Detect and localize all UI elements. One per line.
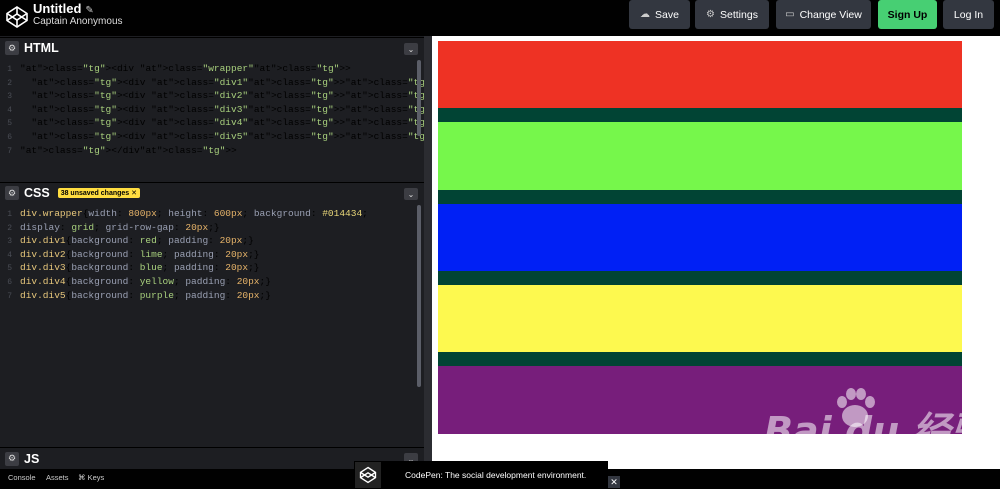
html-chevron-down-icon[interactable]: ⌄ [404,43,418,55]
edit-pencil-icon[interactable]: ✎ [85,5,93,16]
sign-up-button[interactable]: Sign Up [878,0,937,29]
css-code-line[interactable]: 2 display: grid; grid-row-gap: 20px;} [0,221,424,235]
line-number: 3 [7,237,12,247]
css-settings-gear-icon[interactable]: ⚙ [5,186,19,200]
html-code-line[interactable]: 3 "at">class="tg"><div "at">class="div2"… [0,89,562,103]
css-code-line[interactable]: 6 div.div4{background: yellow; padding: 2… [0,275,424,289]
line-number: 2 [7,78,12,88]
preview-div1 [438,41,962,108]
line-number: 4 [7,105,12,115]
line-number: 1 [7,65,12,74]
html-editor[interactable]: 1 "at">class="tg"><div "at">class="wrappe… [0,62,562,180]
css-code-line[interactable]: 7 div.div5{background: purple; padding: 2… [0,289,424,303]
toast-notification: CodePen: The social development environm… [354,461,608,489]
line-number: 7 [7,146,12,156]
html-code-line[interactable]: 5 "at">class="tg"><div "at">class="div4"… [0,116,562,130]
line-number: 6 [7,277,12,287]
baidu-watermark-url: jingyan.baidu.com [768,445,870,458]
html-code-line[interactable]: 4 "at">class="tg"><div "at">class="div3"… [0,103,562,117]
css-panel-title: CSS [24,186,50,200]
css-scrollbar[interactable] [417,205,421,387]
css-chevron-down-icon[interactable]: ⌄ [404,188,418,200]
line-number: 3 [7,92,12,102]
log-in-button[interactable]: Log In [943,0,994,29]
line-number: 5 [7,119,12,129]
toast-codepen-icon [355,462,381,488]
code-text: div.div3{background: blue; padding: 20px… [20,262,260,274]
css-editor[interactable]: 1 div.wrapper{width: 800px; height: 600px… [0,207,424,445]
line-number: 1 [7,210,12,219]
code-text: div.div4{background: yellow; padding: 20… [20,275,271,287]
change-view-label: Change View [799,8,862,21]
code-text: "at">class="tg"></div"at">class="tg">> [20,144,237,156]
html-scrollbar[interactable] [417,60,421,136]
code-text: display: grid; grid-row-gap: 20px;} [20,221,220,233]
css-panel-header: ⚙ CSS 38 unsaved changes ✕ ⌄ [0,182,424,203]
toast-close-icon[interactable]: ✕ [608,476,620,488]
unsaved-changes-badge[interactable]: 38 unsaved changes ✕ [57,188,140,198]
html-code-line[interactable]: 2 "at">class="tg"><div "at">class="div1"… [0,76,562,90]
js-settings-gear-icon[interactable]: ⚙ [5,451,19,466]
code-text: div.div2{background: lime; padding: 20px… [20,248,260,260]
pen-title[interactable]: Untitled ✎ [33,1,94,16]
unsaved-changes-label: 38 unsaved changes [60,190,130,197]
author-name: Captain Anonymous [33,16,123,27]
toast-text: CodePen: The social development environm… [405,470,587,480]
line-number: 7 [7,291,12,301]
css-code-line[interactable]: 3 div.div1{background: red; padding: 20px… [0,234,424,248]
code-text: div.div1{background: red; padding: 20px;… [20,235,254,247]
change-view-button[interactable]: ▭ Change View [776,0,871,29]
preview-wrapper [438,41,962,434]
settings-label: Settings [720,8,758,21]
gear-icon: ⚙ [706,9,715,20]
preview-div3 [438,204,962,271]
html-code-line[interactable]: 6 "at">class="tg"><div "at">class="div5"… [0,130,562,144]
line-number: 5 [7,264,12,274]
pen-title-text[interactable]: Untitled [33,1,81,16]
resize-divider[interactable] [424,36,432,469]
line-number: 2 [7,223,12,233]
html-settings-gear-icon[interactable]: ⚙ [5,41,19,55]
line-number: 6 [7,132,12,142]
html-code-line[interactable]: 1 "at">class="tg"><div "at">class="wrappe… [0,62,424,76]
save-button[interactable]: ☁ Save [629,0,690,29]
codepen-logo-icon[interactable] [5,5,29,29]
css-code-line[interactable]: 1 div.wrapper{width: 800px; height: 600px… [0,207,424,221]
html-panel-title: HTML [24,41,59,55]
css-code-line[interactable]: 4 div.div2{background: lime; padding: 20p… [0,248,424,262]
preview-div2 [438,122,962,190]
code-text: div.div5{background: purple; padding: 20… [20,289,271,301]
js-panel-title: JS [24,451,40,466]
save-label: Save [655,8,679,21]
css-code-line[interactable]: 5 div.div3{background: blue; padding: 20p… [0,261,424,275]
code-text: "at">class="tg"><div "at">class="wrapper… [20,63,351,74]
html-panel-header: ⚙ HTML ⌄ [0,37,424,58]
keys-button[interactable]: ⌘ Keys [78,473,104,482]
code-text: div.wrapper{width: 800px; height: 600px;… [20,208,368,219]
assets-button[interactable]: Assets [46,473,69,482]
line-number: 4 [7,250,12,260]
html-code-line[interactable]: 7 "at">class="tg"></div"at">class="tg">> [0,144,424,158]
console-button[interactable]: Console [8,473,36,482]
top-bar: Untitled ✎ Captain Anonymous ☁ Save ⚙ Setti… [0,0,1000,36]
settings-button[interactable]: ⚙ Settings [695,0,769,29]
layout-icon: ▭ [785,9,795,20]
cloud-icon: ☁ [640,9,651,20]
preview-div4 [438,285,962,352]
